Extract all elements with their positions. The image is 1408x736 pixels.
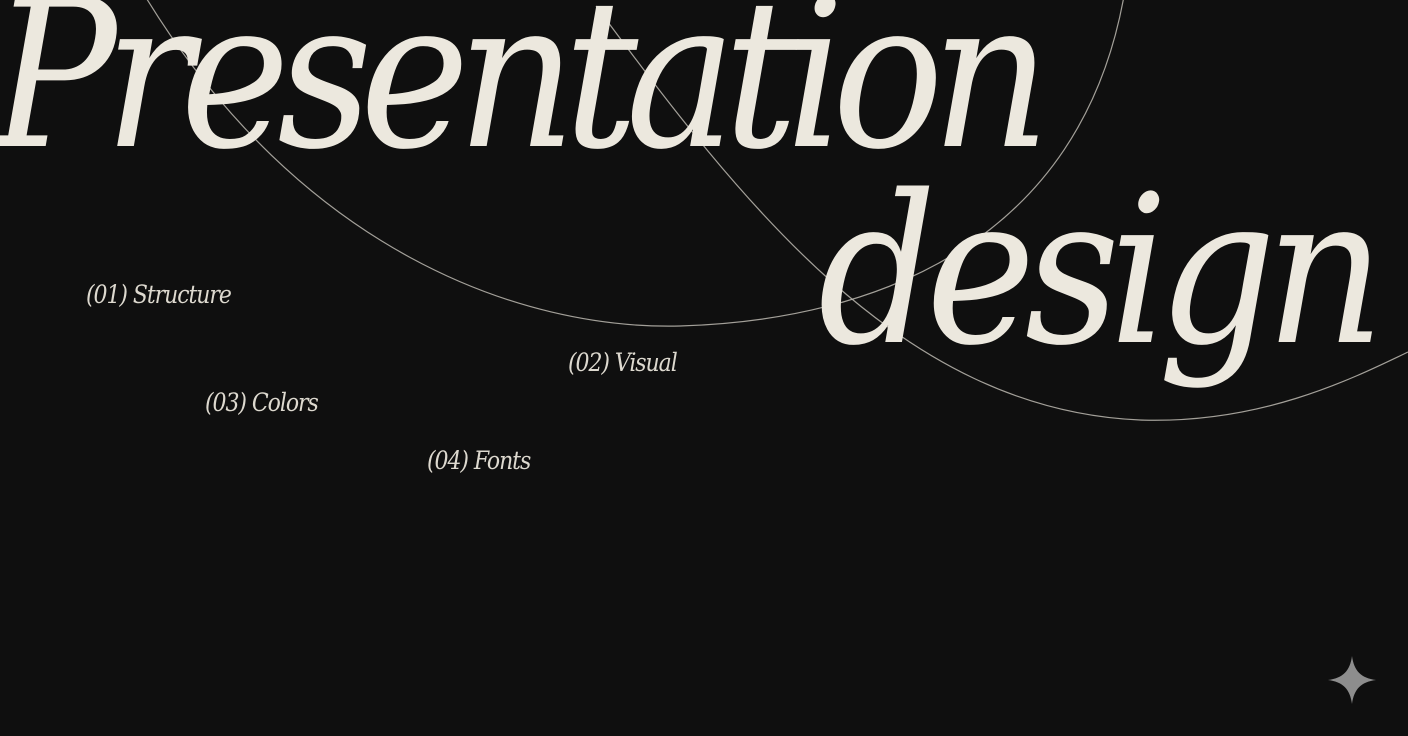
- presentation-slide: Presentation design (01) Structure (02) …: [0, 0, 1408, 736]
- sparkle-icon: [1328, 656, 1376, 704]
- toc-item-fonts[interactable]: (04) Fonts: [427, 446, 531, 475]
- toc-item-colors[interactable]: (03) Colors: [205, 388, 319, 417]
- title-line-design: design: [818, 151, 1385, 391]
- toc-item-structure[interactable]: (01) Structure: [86, 280, 232, 309]
- toc-item-visual[interactable]: (02) Visual: [568, 348, 678, 377]
